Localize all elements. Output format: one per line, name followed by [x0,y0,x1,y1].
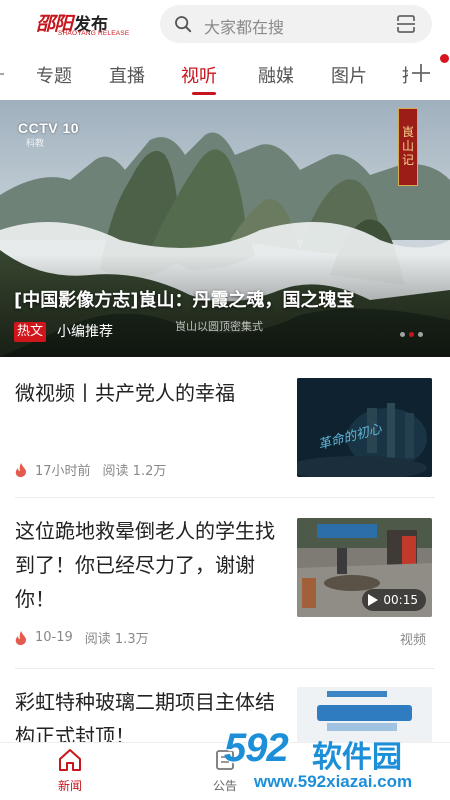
search-icon [175,16,192,33]
program-badge: 崀山记 [398,108,418,186]
carousel-dot-active[interactable] [409,332,414,337]
tab-overflow-left-icon [0,73,4,75]
hot-flame-icon [15,630,26,645]
tab-live[interactable]: 直播 [109,62,145,88]
video-duration: 00:15 [383,593,418,607]
article-thumbnail[interactable]: 革命的初心 [297,378,432,477]
logo-subtitle: SHAOYANG RELEASE [58,30,130,37]
watermark-name: 软件园 [312,740,402,775]
nav-news-label: 新闻 [57,779,82,793]
video-caption: 崀山以圆顶密集式 [175,320,263,333]
article-title[interactable]: 微视频丨共产党人的幸福 [15,376,277,410]
banner-title[interactable]: [中国影像方志]崀山：丹霞之魂，国之瑰宝 [14,286,354,312]
notification-dot [440,54,449,63]
tab-overflow-right: 推 [402,62,408,88]
app-header: 邵阳 发布 SHAOYANG RELEASE 大家都在搜 [0,0,450,50]
watermark-url: www.592xiazai.com [254,772,413,791]
channel-subtitle: 科教 [26,139,45,149]
tab-media[interactable]: 融媒 [258,62,294,88]
video-duration-badge: 00:15 [362,589,426,611]
video-thumbnail[interactable]: 00:15 [297,518,432,617]
article-reads: 阅读 1.3万 [84,632,149,647]
channel-tabs: 专题 直播 视听 融媒 图片 推 [0,50,450,98]
home-icon [59,749,81,771]
article-reads: 阅读 1.2万 [102,464,167,479]
active-tab-indicator [192,92,216,95]
tab-special[interactable]: 专题 [36,62,72,88]
watermark-number: 592 [224,726,289,770]
carousel-dot[interactable] [400,332,405,337]
hot-flame-icon [15,462,26,477]
play-icon [368,594,379,606]
article-time: 17小时前 [35,464,91,479]
add-channel-icon[interactable] [411,63,431,83]
article-title[interactable]: 这位跪地救晕倒老人的学生找到了！你已经尽力了，谢谢你！ [15,514,277,616]
nav-news[interactable]: 新闻 [40,747,100,794]
article-time: 10-19 [35,630,73,645]
featured-banner[interactable]: CCTV 10 科教 崀山记 崀山以圆顶密集式 [中国影像方志]崀山：丹霞之魂，… [0,100,450,357]
carousel-indicator [400,332,423,337]
tab-audiovisual[interactable]: 视听 [181,62,217,88]
search-bar[interactable]: 大家都在搜 [160,5,432,43]
hot-tag-badge: 热文 [14,322,47,342]
list-item[interactable]: 这位跪地救晕倒老人的学生找到了！你已经尽力了，谢谢你！ 10-19 阅读 1.3… [0,498,450,668]
tab-pictures[interactable]: 图片 [331,62,367,88]
app-logo[interactable]: 邵阳 发布 SHAOYANG RELEASE [36,9,148,41]
channel-logo: CCTV 10 [18,120,80,136]
site-watermark: 592 软件园 www.592xiazai.com [210,722,450,800]
article-meta: 10-19 阅读 1.3万 [15,628,149,647]
scan-icon[interactable] [396,14,416,34]
article-meta: 17小时前 阅读 1.2万 [15,460,166,479]
editor-pick-label: 小编推荐 [57,324,113,340]
carousel-dot[interactable] [418,332,423,337]
search-placeholder: 大家都在搜 [204,18,285,37]
category-label[interactable]: 视频 [400,629,426,648]
list-item[interactable]: 微视频丨共产党人的幸福 17小时前 阅读 1.2万 革命的初心 [0,357,450,497]
